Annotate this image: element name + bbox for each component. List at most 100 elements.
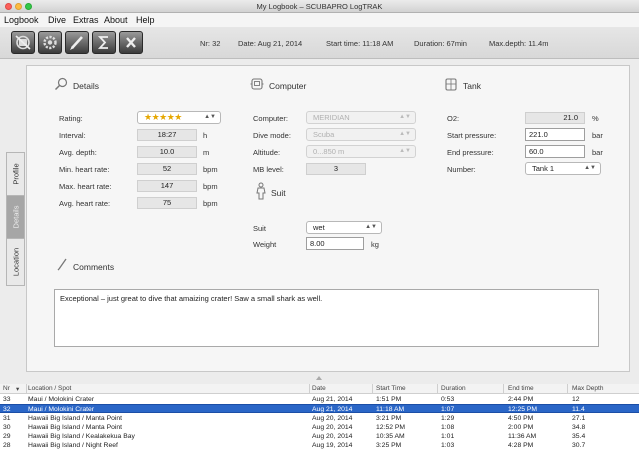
altitude-select-value: 0...850 m	[313, 147, 345, 156]
cell-nr: 29	[3, 433, 11, 440]
menu-bar: Logbook Dive Extras About Help	[0, 13, 639, 27]
cell-date: Aug 21, 2014	[312, 406, 353, 413]
column-header-max-depth[interactable]: Max Depth	[572, 385, 603, 392]
column-header-start-time[interactable]: Start Time	[376, 385, 406, 392]
menu-help[interactable]: Help	[136, 15, 155, 25]
status-max-depth: Max.depth: 11.4m	[489, 39, 549, 48]
cell-start-time: 3:21 PM	[376, 415, 402, 422]
cell-max-depth: 35.4	[572, 433, 586, 440]
status-start-time: Start time: 11:18 AM	[326, 39, 394, 48]
start-pressure-unit: bar	[592, 131, 603, 140]
mb-level-label: MB level:	[253, 165, 284, 174]
cell-duration: 1:01	[441, 433, 455, 440]
cell-date: Aug 20, 2014	[312, 433, 353, 440]
column-header-duration[interactable]: Duration	[441, 385, 466, 392]
cell-max-depth: 11.4	[572, 406, 585, 413]
drag-handle-icon	[316, 376, 322, 380]
max-heart-rate-unit: bpm	[203, 182, 218, 191]
o2-unit: %	[592, 114, 599, 123]
suit-section-title: Suit	[271, 188, 286, 198]
delete-button[interactable]	[119, 31, 143, 54]
cell-max-depth: 12	[572, 396, 580, 403]
end-pressure-input[interactable]: 60.0	[525, 145, 585, 158]
cell-start-time: 3:25 PM	[376, 442, 402, 449]
weight-input[interactable]: 8.00	[306, 237, 364, 250]
weight-label: Weight	[253, 240, 277, 249]
menu-logbook[interactable]: Logbook	[4, 15, 39, 25]
details-panel: Details Rating: ★★★★★ ▲▼ Interval: 18:27…	[26, 65, 630, 372]
suit-icon	[256, 182, 266, 200]
tank-number-select[interactable]: Tank 1 ▲▼	[525, 162, 601, 175]
cell-nr: 32	[3, 406, 11, 413]
dive-mode-select-value: Scuba	[313, 130, 335, 139]
table-row[interactable]: 30 Hawaii Big Island / Manta Point Aug 2…	[0, 423, 639, 432]
settings-icon	[43, 35, 57, 50]
table-row[interactable]: 33 Maui / Molokini Crater Aug 21, 2014 1…	[0, 395, 639, 404]
table-row-selected[interactable]: 32 Maui / Molokini Crater Aug 21, 2014 1…	[0, 404, 639, 413]
comments-textarea[interactable]: Exceptional – just great to dive that am…	[54, 289, 599, 347]
split-pane-divider[interactable]	[0, 375, 639, 383]
interval-unit: h	[203, 131, 208, 140]
rating-select[interactable]: ★★★★★ ▲▼	[137, 111, 221, 124]
tab-details[interactable]: Details	[6, 195, 25, 239]
download-dive-computer-button[interactable]	[11, 31, 35, 54]
window-title: My Logbook – SCUBAPRO LogTRAK	[256, 2, 383, 11]
cell-duration: 1:03	[441, 442, 455, 449]
status-duration: Duration: 67min	[414, 39, 467, 48]
avg-heart-rate-unit: bpm	[203, 199, 218, 208]
table-header: Nr ▾ Location / Spot Date Start Time Dur…	[0, 384, 639, 394]
statistics-button[interactable]	[92, 31, 116, 54]
menu-extras[interactable]: Extras	[73, 15, 99, 25]
status-nr: Nr: 32	[200, 39, 221, 48]
column-separator	[372, 384, 373, 394]
menu-dive[interactable]: Dive	[48, 15, 66, 25]
max-heart-rate-label: Max. heart rate:	[59, 182, 112, 191]
cell-duration: 1:29	[441, 415, 455, 422]
select-arrows-icon: ▲▼	[399, 131, 411, 137]
computer-label: Computer:	[253, 114, 289, 123]
column-header-location[interactable]: Location / Spot	[28, 385, 71, 392]
status-date: Date: Aug 21, 2014	[238, 39, 303, 48]
suit-select[interactable]: wet ▲▼	[306, 221, 382, 234]
table-row[interactable]: 28 Hawaii Big Island / Night Reef Aug 19…	[0, 441, 639, 450]
column-header-date[interactable]: Date	[312, 385, 326, 392]
cell-location: Hawaii Big Island / Night Reef	[28, 442, 118, 449]
column-header-end-time[interactable]: End time	[508, 385, 534, 392]
details-section-title: Details	[73, 81, 99, 91]
cell-date: Aug 20, 2014	[312, 415, 353, 422]
table-row[interactable]: 29 Hawaii Big Island / Kealakekua Bay Au…	[0, 432, 639, 441]
cell-location: Hawaii Big Island / Manta Point	[28, 415, 123, 422]
sort-indicator-icon: ▾	[16, 386, 20, 393]
column-separator	[437, 384, 438, 394]
pencil-icon	[57, 258, 67, 271]
start-pressure-input[interactable]: 221.0	[525, 128, 585, 141]
min-heart-rate-unit: bpm	[203, 165, 218, 174]
end-pressure-unit: bar	[592, 148, 603, 157]
column-header-nr[interactable]: Nr	[3, 385, 10, 392]
menu-about[interactable]: About	[104, 15, 128, 25]
computer-select-value: MERIDIAN	[313, 113, 350, 122]
min-heart-rate-value: 52	[137, 163, 197, 175]
avg-heart-rate-value: 75	[137, 197, 197, 209]
column-separator	[503, 384, 504, 394]
cell-nr: 28	[3, 442, 11, 449]
cell-max-depth: 27.1	[572, 415, 586, 422]
column-separator	[567, 384, 568, 394]
tab-location[interactable]: Location	[6, 238, 25, 286]
computer-select[interactable]: MERIDIAN ▲▼	[306, 111, 416, 124]
cell-duration: 1:07	[441, 406, 455, 413]
edit-button[interactable]	[65, 31, 89, 54]
tab-profile[interactable]: Profile	[6, 152, 25, 196]
dive-mode-label: Dive mode:	[253, 131, 291, 140]
cell-location: Maui / Molokini Crater	[28, 406, 95, 413]
comments-section-title: Comments	[73, 262, 115, 272]
settings-button[interactable]	[38, 31, 62, 54]
avg-depth-value: 10.0	[137, 146, 197, 158]
rating-stars: ★★★★★	[144, 112, 182, 122]
edit-icon	[70, 36, 83, 50]
o2-value: 21.0	[525, 112, 585, 124]
altitude-select[interactable]: 0...850 m ▲▼	[306, 145, 416, 158]
table-row[interactable]: 31 Hawaii Big Island / Manta Point Aug 2…	[0, 414, 639, 423]
cell-start-time: 11:18 AM	[376, 406, 405, 413]
dive-mode-select[interactable]: Scuba ▲▼	[306, 128, 416, 141]
